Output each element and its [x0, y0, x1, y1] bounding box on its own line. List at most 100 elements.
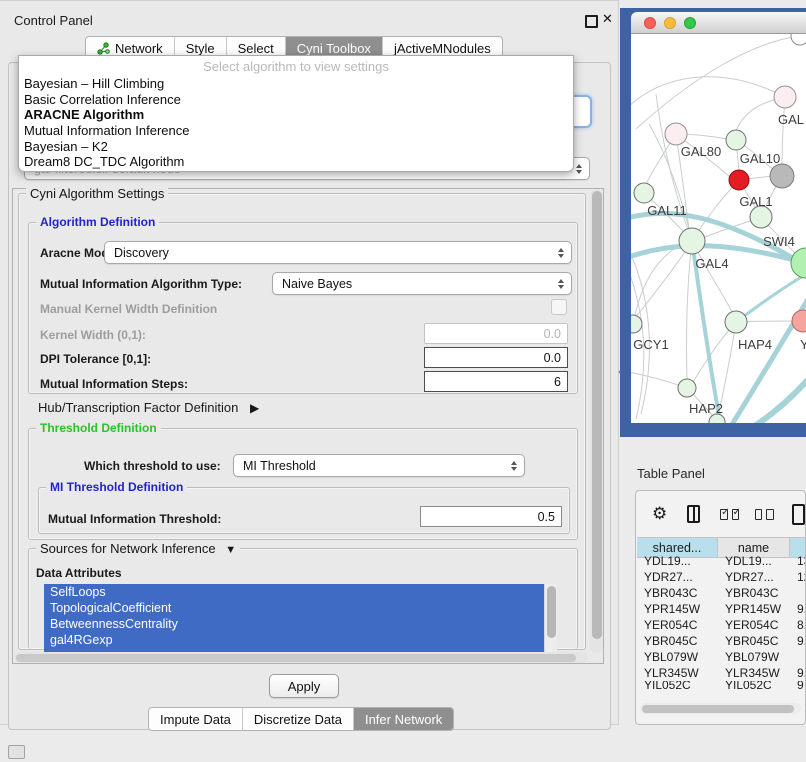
list-item[interactable]: gal4RGexp — [44, 632, 544, 648]
table-row[interactable]: YER054C YER054C 8. — [637, 617, 806, 633]
cell[interactable]: 9. — [790, 601, 806, 617]
cell[interactable]: 12 — [790, 569, 806, 585]
cell[interactable]: YPR145W — [637, 601, 718, 617]
aracne-mode-combobox[interactable]: Discovery — [104, 241, 572, 264]
list-item[interactable]: SelfLoops — [44, 584, 544, 600]
tab-infer-network[interactable]: Infer Network — [354, 708, 453, 730]
table-mode-icon[interactable] — [792, 504, 806, 525]
cell[interactable]: YBR045C — [718, 633, 790, 649]
close-window-icon[interactable] — [644, 17, 656, 29]
hub-definition-toggle[interactable]: Hub/Transcription Factor Definition ▶ — [38, 400, 259, 415]
cell[interactable]: YER054C — [637, 617, 718, 633]
node-hap2[interactable] — [678, 379, 696, 397]
cell[interactable]: YDL19... — [718, 553, 790, 569]
list-scrollbar-thumb[interactable] — [547, 586, 556, 638]
cell[interactable]: YIL052C — [637, 681, 718, 689]
dpi-tolerance-input[interactable]: 0.0 — [424, 347, 568, 368]
cell[interactable]: YER054C — [718, 617, 790, 633]
manual-kernel-checkbox[interactable] — [551, 299, 567, 315]
kernel-width-input[interactable]: 0.0 — [424, 323, 568, 344]
network-canvas[interactable]: GAL GAL80 GAL10 GAL1 GAL11 SWI4 GAL4 GCY… — [631, 34, 806, 423]
list-item[interactable]: BetweennessCentrality — [44, 616, 544, 632]
node-gal11[interactable] — [634, 183, 654, 203]
table-horizontal-scrollbar-thumb[interactable] — [642, 705, 794, 713]
expand-right-icon[interactable]: ▶ — [250, 401, 259, 415]
table-row[interactable]: YDL19... YDL19... 13 — [637, 553, 806, 569]
minimize-window-icon[interactable] — [664, 17, 676, 29]
dropdown-item[interactable]: Bayesian – Hill Climbing — [19, 76, 573, 92]
cell[interactable]: 9. — [790, 633, 806, 649]
horizontal-scrollbar-thumb[interactable] — [16, 654, 576, 662]
mi-type-combobox[interactable]: Naive Bayes — [272, 272, 572, 295]
cell[interactable] — [790, 649, 806, 665]
node-salmon[interactable] — [792, 310, 806, 332]
cell[interactable]: 9. — [790, 665, 806, 681]
tab-discretize-data[interactable]: Discretize Data — [243, 708, 354, 730]
cell[interactable]: 8. — [790, 617, 806, 633]
table-row-partial[interactable]: YIL052C YIL052C 9 — [637, 681, 806, 689]
mi-steps-input[interactable]: 6 — [424, 371, 568, 392]
cell[interactable]: YBR043C — [718, 585, 790, 601]
apply-button[interactable]: Apply — [269, 674, 339, 698]
node-partial-top[interactable] — [791, 34, 806, 45]
cell[interactable]: YDL19... — [637, 553, 718, 569]
checked-box-icon[interactable] — [720, 509, 727, 520]
node-gal1[interactable] — [750, 206, 772, 228]
network-window[interactable]: GAL GAL80 GAL10 GAL1 GAL11 SWI4 GAL4 GCY… — [631, 12, 806, 423]
data-attributes-list[interactable]: SelfLoops TopologicalCoefficient Between… — [44, 584, 544, 652]
collapse-down-icon[interactable]: ▼ — [225, 544, 236, 556]
node-gray[interactable] — [770, 164, 794, 188]
cell[interactable]: YIL052C — [718, 681, 790, 689]
cell[interactable] — [790, 585, 806, 601]
table-row[interactable]: YDR27... YDR27... 12 — [637, 569, 806, 585]
table-horizontal-scrollbar[interactable] — [640, 703, 801, 714]
dropdown-item-aracne[interactable]: ARACNE Algorithm — [19, 107, 573, 123]
cell[interactable]: YBR043C — [637, 585, 718, 601]
table-row[interactable]: YPR145W YPR145W 9. — [637, 601, 806, 617]
split-columns-icon[interactable] — [687, 505, 700, 523]
tab-impute-data[interactable]: Impute Data — [149, 708, 243, 730]
dropdown-item[interactable]: Bayesian – K2 — [19, 139, 573, 155]
which-threshold-combobox[interactable]: MI Threshold — [233, 454, 525, 477]
cell[interactable]: 13 — [790, 553, 806, 569]
cell[interactable]: 9 — [790, 681, 806, 689]
cell[interactable]: YDR27... — [637, 569, 718, 585]
node-gal4[interactable] — [679, 228, 705, 254]
dropdown-item[interactable]: Dream8 DC_TDC Algorithm — [19, 154, 573, 170]
gear-icon[interactable]: ⚙ — [652, 504, 667, 524]
cell[interactable]: YPR145W — [718, 601, 790, 617]
table-row[interactable]: YBL079W YBL079W — [637, 649, 806, 665]
table-row[interactable]: YBR043C YBR043C — [637, 585, 806, 601]
dropdown-item[interactable]: Basic Correlation Inference — [19, 92, 573, 108]
unchecked-box-icon[interactable] — [755, 509, 762, 520]
cell[interactable]: YBL079W — [718, 649, 790, 665]
node-gal1-red[interactable] — [729, 170, 749, 190]
unchecked-box-icon[interactable] — [766, 509, 773, 520]
cell[interactable]: YBL079W — [637, 649, 718, 665]
table-row[interactable]: YBR045C YBR045C 9. — [637, 633, 806, 649]
vertical-scrollbar-thumb[interactable] — [592, 191, 602, 639]
network-window-titlebar[interactable] — [631, 12, 806, 34]
checked-box-icon[interactable] — [732, 509, 739, 520]
node-hap4[interactable] — [725, 311, 747, 333]
node-swi4[interactable] — [791, 248, 806, 278]
node-gal80[interactable] — [665, 123, 687, 145]
collapsed-panel-icon[interactable] — [8, 745, 25, 759]
cell[interactable]: YLR345W — [637, 665, 718, 681]
table-row[interactable]: YLR345W YLR345W 9. — [637, 665, 806, 681]
horizontal-scrollbar[interactable] — [14, 652, 588, 663]
vertical-scrollbar[interactable] — [590, 189, 603, 653]
node-pink-top[interactable] — [774, 86, 796, 108]
dropdown-item[interactable]: Mutual Information Inference — [19, 123, 573, 139]
sources-legend[interactable]: Sources for Network Inference ▼ — [36, 541, 240, 556]
cell[interactable]: YDR27... — [718, 569, 790, 585]
float-panel-icon[interactable] — [585, 15, 598, 28]
zoom-window-icon[interactable] — [684, 17, 696, 29]
list-item[interactable]: TopologicalCoefficient — [44, 600, 544, 616]
cell[interactable]: YBR045C — [637, 633, 718, 649]
mi-threshold-input[interactable]: 0.5 — [420, 506, 562, 527]
close-icon[interactable]: ✕ — [602, 11, 613, 27]
list-scrollbar[interactable] — [544, 584, 557, 652]
node-gal10[interactable] — [726, 130, 746, 150]
cell[interactable]: YLR345W — [718, 665, 790, 681]
